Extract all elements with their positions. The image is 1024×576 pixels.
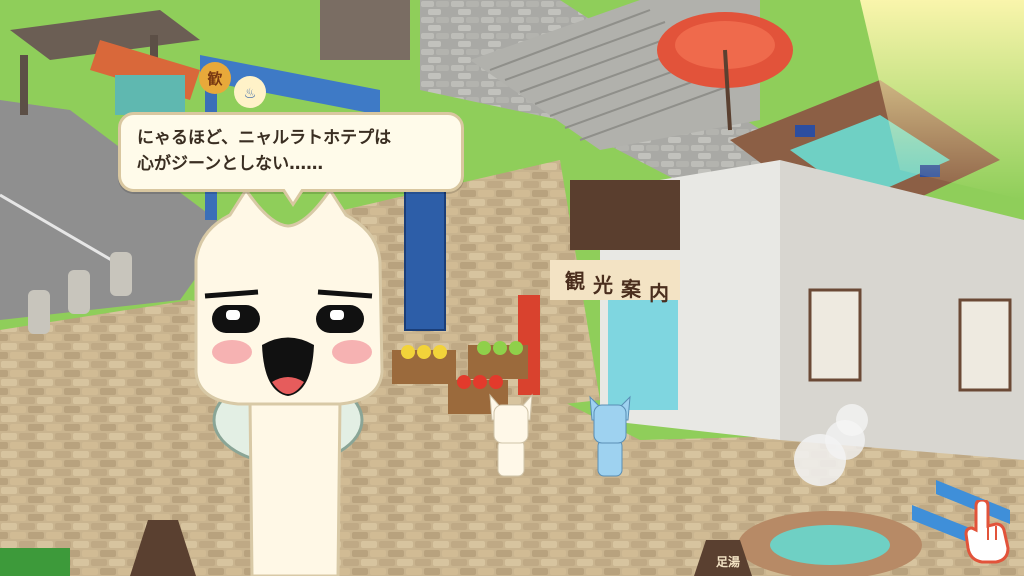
info-sign-char-2: 光	[592, 273, 613, 297]
arch-onsen-icon: ♨	[244, 86, 257, 102]
pointing-hand-icon	[964, 498, 1010, 564]
info-sign-char-1: 観	[565, 269, 585, 293]
info-sign-char-3: 案	[620, 277, 642, 301]
arch-glyph: 歓	[207, 70, 222, 88]
info-sign-char-4: 内	[649, 281, 669, 305]
dialogue-line-1: にゃるほど、ニャルラトホテプは	[137, 128, 392, 148]
tap-hint[interactable]	[960, 498, 1012, 564]
footbath-sign-text: 足湯	[716, 554, 740, 569]
game-scene: 歓 ♨ 観 光 案 内 足湯	[0, 0, 1024, 576]
dialogue-line-2: 心がジーンとしない……	[137, 154, 324, 174]
dialogue-bubble[interactable]: にゃるほど、ニャルラトホテプは 心がジーンとしない……	[118, 112, 464, 207]
planter	[0, 548, 70, 576]
